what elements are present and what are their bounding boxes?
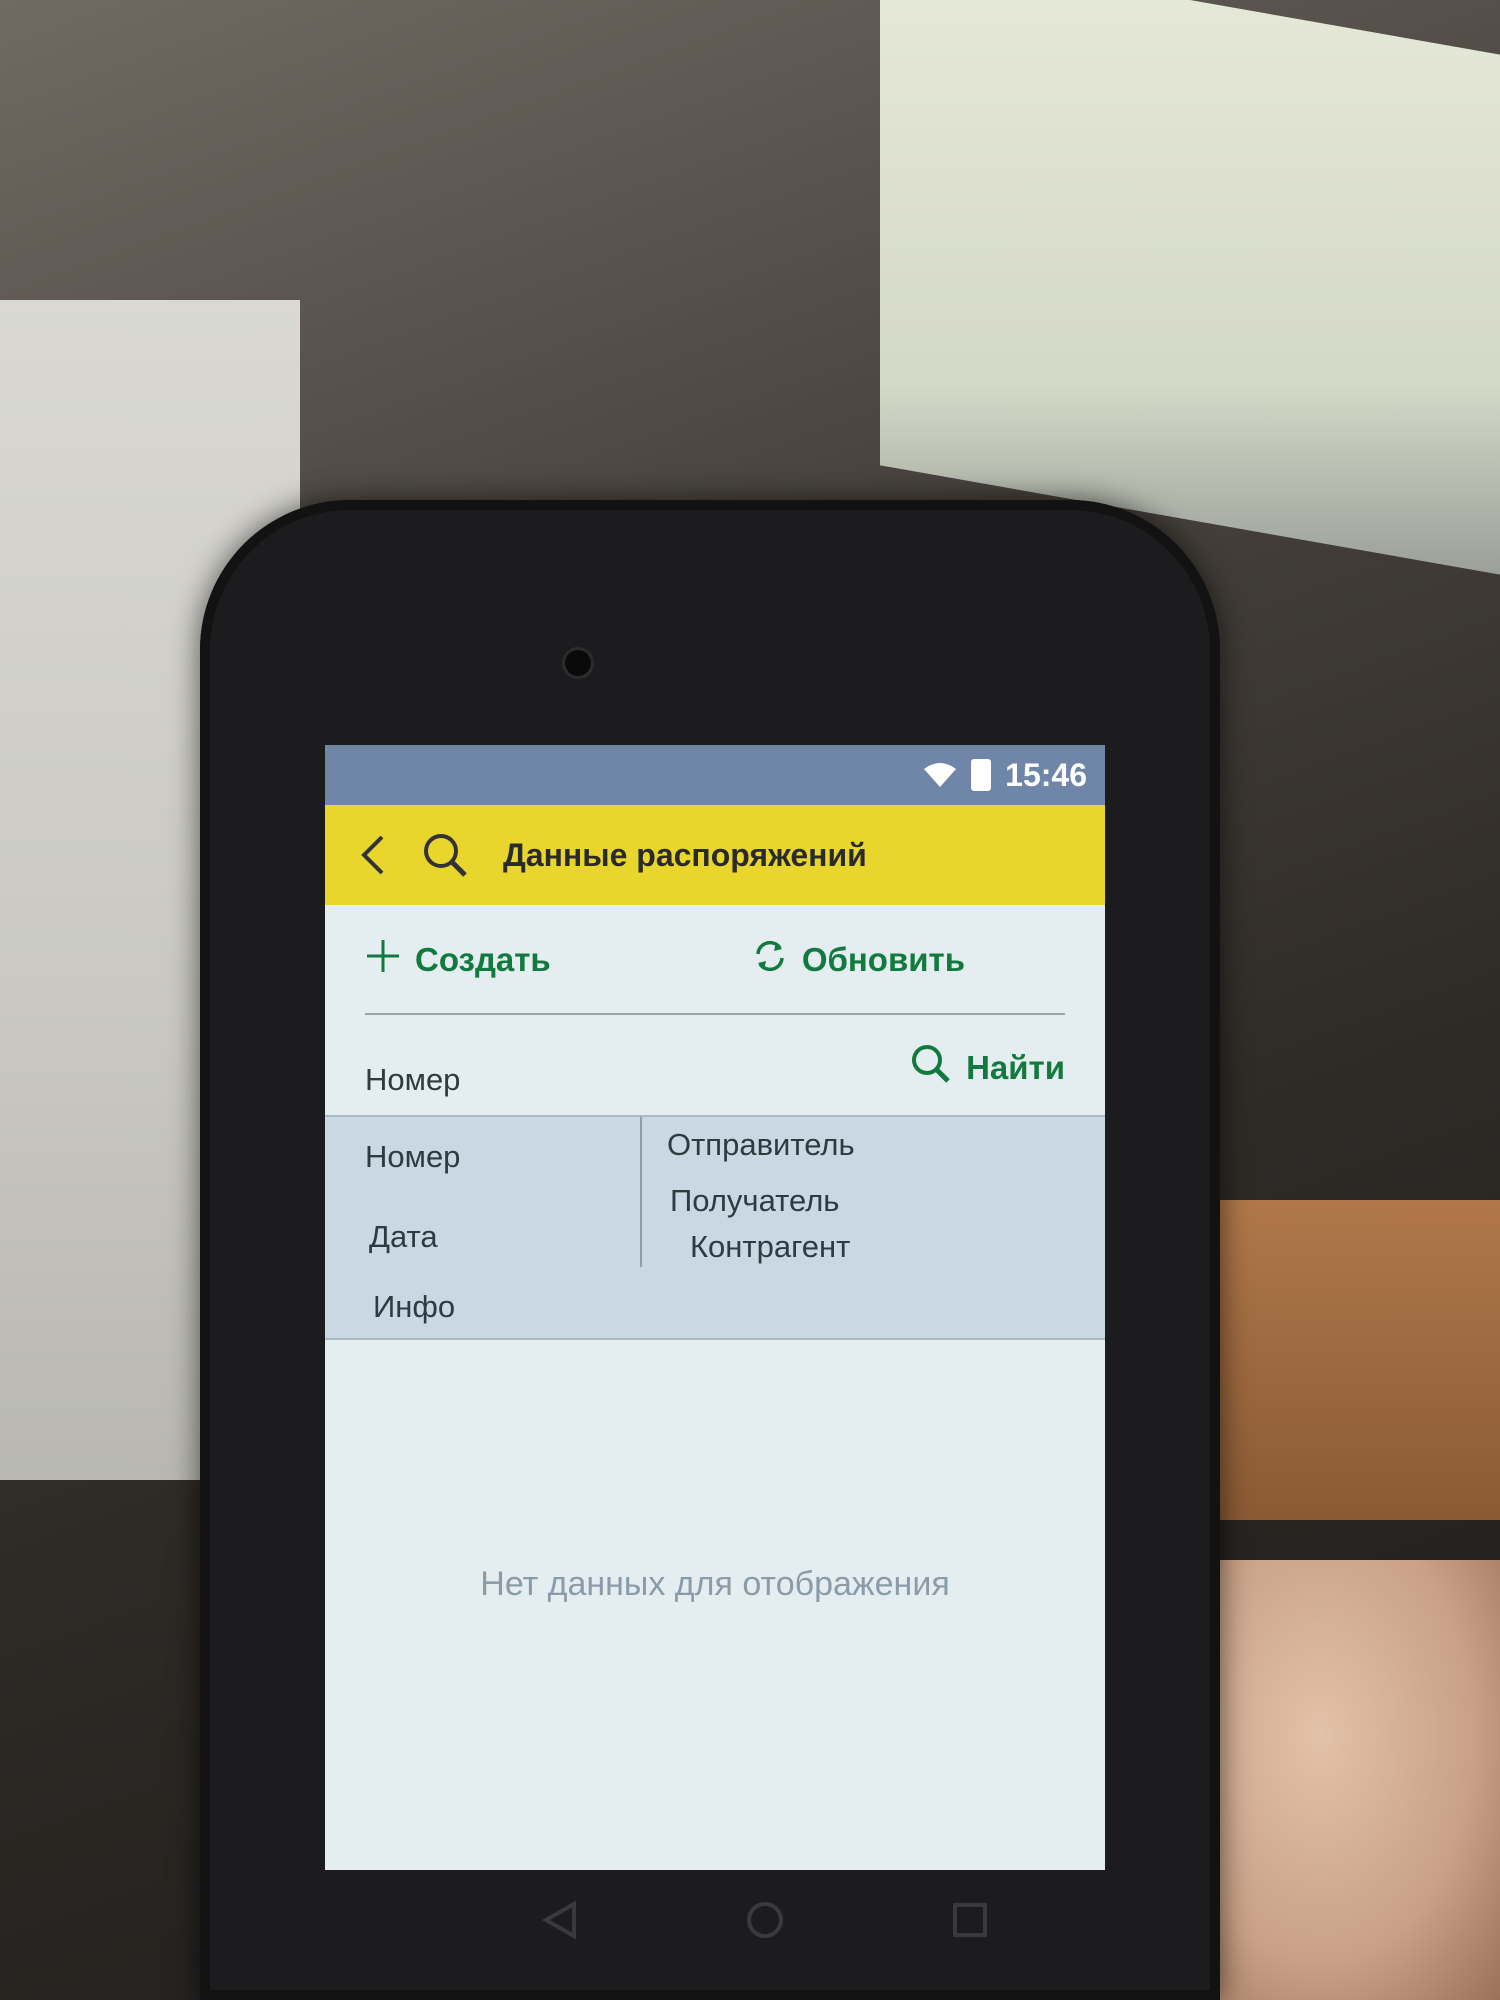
search-icon[interactable]: [419, 825, 471, 885]
create-button-label: Создать: [415, 941, 551, 978]
column-sender: Отправитель: [667, 1127, 855, 1162]
find-button[interactable]: Найти: [910, 1043, 1065, 1093]
background-monitor: [880, 0, 1500, 575]
wifi-icon: [923, 762, 957, 788]
search-field[interactable]: Номер: [365, 1062, 460, 1098]
column-date: Дата: [369, 1219, 438, 1254]
front-camera: [565, 650, 591, 676]
back-icon[interactable]: [353, 825, 393, 885]
title-bar: Данные распоряжений: [325, 805, 1105, 905]
background-hand: [1200, 1560, 1500, 2000]
recents-square-icon[interactable]: [940, 1890, 1000, 1950]
status-time: 15:46: [1005, 756, 1087, 793]
home-circle-icon[interactable]: [735, 1890, 795, 1950]
column-divider: [640, 1117, 642, 1267]
refresh-button-label: Обновить: [801, 941, 965, 978]
back-triangle-icon[interactable]: [530, 1890, 590, 1950]
column-recipient: Получатель: [670, 1183, 840, 1218]
create-button[interactable]: Создать: [365, 938, 551, 982]
column-info: Инфо: [373, 1289, 456, 1324]
find-button-label: Найти: [966, 1048, 1065, 1086]
toolbar: Создать Обновить: [325, 905, 1105, 1015]
empty-list-message: Нет данных для отображения: [480, 1565, 950, 1603]
page-title: Данные распоряжений: [503, 836, 867, 873]
background-desk: [1200, 1200, 1500, 1520]
device-screen: 15:46 Данные распоряжений Создать Обнови…: [325, 745, 1105, 1870]
refresh-icon: [752, 938, 788, 982]
column-counterparty: Контрагент: [690, 1229, 851, 1264]
find-search-icon: [910, 1043, 952, 1093]
list-column-header: Номер Дата Инфо Отправитель Получатель К…: [325, 1115, 1105, 1340]
status-bar: 15:46: [325, 745, 1105, 805]
search-row: Номер Найти: [325, 1020, 1105, 1115]
toolbar-divider: [365, 1013, 1065, 1015]
refresh-button[interactable]: Обновить: [752, 938, 965, 982]
column-number: Номер: [365, 1139, 461, 1174]
battery-icon: [971, 759, 992, 791]
system-navigation-bar: [530, 1880, 1000, 1960]
plus-icon: [365, 938, 401, 982]
